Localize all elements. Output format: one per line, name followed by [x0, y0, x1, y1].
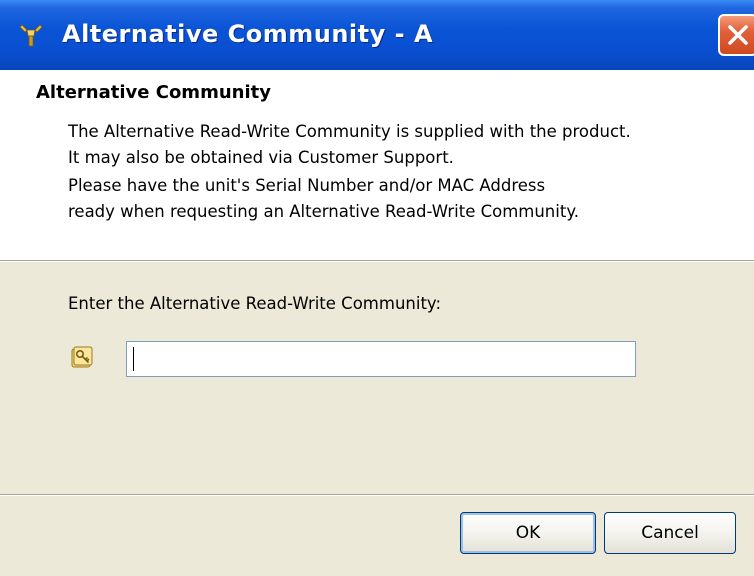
ok-button[interactable]: OK — [460, 512, 596, 554]
description-line: ready when requesting an Alternative Rea… — [68, 202, 579, 221]
community-input[interactable] — [126, 341, 636, 377]
description-line: The Alternative Read-Write Community is … — [68, 122, 631, 141]
header-title: Alternative Community — [36, 82, 271, 103]
text-caret — [133, 347, 134, 371]
dialog-window: Alternative Community - A Alternative Co… — [0, 0, 754, 576]
close-button[interactable] — [718, 14, 754, 56]
footer-divider — [0, 494, 754, 496]
description-line: Please have the unit's Serial Number and… — [68, 176, 546, 195]
key-icon — [70, 345, 94, 369]
community-prompt-label: Enter the Alternative Read-Write Communi… — [68, 294, 442, 313]
app-icon — [18, 22, 44, 48]
header-panel: Alternative Community The Alternative Re… — [0, 70, 754, 260]
cancel-button[interactable]: Cancel — [604, 512, 736, 554]
header-divider — [0, 260, 754, 262]
title-bar[interactable]: Alternative Community - A — [0, 0, 754, 70]
close-icon — [728, 25, 748, 45]
window-title: Alternative Community - A — [62, 20, 434, 48]
description-line: It may also be obtained via Customer Sup… — [68, 148, 454, 167]
